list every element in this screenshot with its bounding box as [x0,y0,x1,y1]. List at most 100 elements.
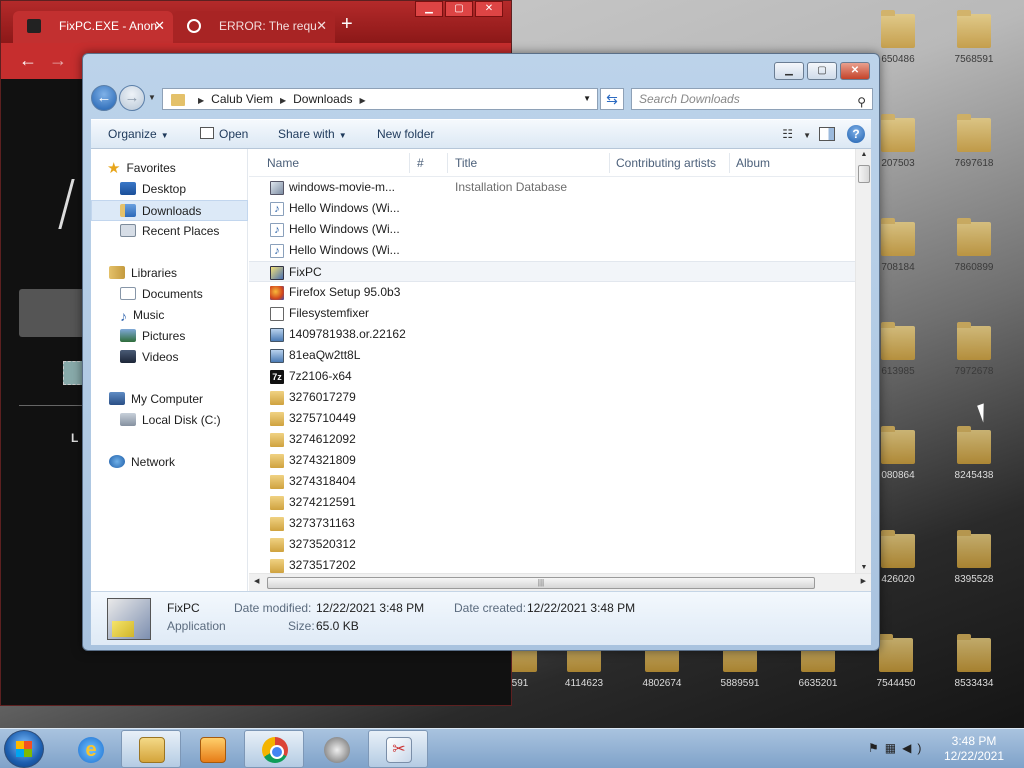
close-tab-icon[interactable]: ✕ [154,11,165,41]
file-row[interactable]: 3273517202 [249,555,855,573]
column-header-title[interactable]: Title [455,156,477,170]
nav-item-libraries[interactable]: Libraries [109,263,266,284]
open-icon [200,127,214,139]
file-row[interactable]: 3275710449 [249,408,855,429]
volume-icon[interactable]: ◀) [902,741,927,755]
breadcrumb-arrow-icon[interactable]: ▶ [280,96,286,105]
column-header-album[interactable]: Album [736,156,770,170]
column-divider[interactable] [609,153,610,173]
details-created-value: 12/22/2021 3:48 PM [527,601,636,615]
back-button[interactable]: ← [91,85,117,111]
scroll-left-icon[interactable]: ◀ [254,577,259,585]
column-header-number[interactable]: # [417,156,424,170]
file-row[interactable]: ♪ Hello Windows (Wi... [249,240,855,261]
folder-icon [881,322,915,360]
change-view-button[interactable]: ☷ ▼ [782,127,811,141]
file-row[interactable]: FixPC [249,261,855,282]
taskbar-chrome[interactable] [244,730,304,768]
address-bar[interactable]: ▶ Calub Viem ▶ Downloads ▶ ▼ [162,88,598,110]
desktop-folder[interactable]: 7568591 [944,10,1004,65]
desktop-folder[interactable]: 8245438 [944,426,1004,481]
scrollbar-thumb[interactable]: ||| [267,577,815,589]
documents-icon [120,287,136,300]
file-row[interactable]: ♪ Hello Windows (Wi... [249,219,855,240]
address-dropdown-icon[interactable]: ▼ [583,89,591,109]
taskbar-windows-explorer[interactable] [121,730,181,768]
desktop-folder[interactable]: 7972678 [944,322,1004,377]
taskbar-internet-explorer[interactable]: e [60,730,120,768]
taskbar-movie-maker[interactable] [306,730,366,768]
network-tray-icon[interactable]: ▦ [885,741,902,755]
forward-button[interactable]: → [119,85,145,111]
maximize-button[interactable]: ▢ [445,1,473,17]
desktop-folder[interactable]: 7860899 [944,218,1004,273]
file-row[interactable]: 3274318404 [249,471,855,492]
help-icon[interactable]: ? [847,125,865,143]
breadcrumb-user[interactable]: Calub Viem [211,92,273,106]
desktop-folder[interactable]: 8533434 [944,634,1004,689]
file-row[interactable]: 3276017279 [249,387,855,408]
file-row[interactable]: 7z 7z2106-x64 [249,366,855,387]
start-button[interactable] [4,730,44,768]
horizontal-scrollbar[interactable]: ◀ ||| ▶ [249,573,871,591]
open-button[interactable]: Open [200,127,248,141]
folder-icon [881,10,915,48]
file-row[interactable]: windows-movie-m... Installation Database [249,177,855,198]
column-divider[interactable] [447,153,448,173]
preview-pane-icon[interactable] [819,127,835,141]
organize-button[interactable]: Organize ▼ [108,127,169,141]
file-row[interactable]: Filesystemfixer [249,303,855,324]
file-row[interactable]: 1409781938.or.22162 [249,324,855,345]
nav-item-favorites[interactable]: ★ Favorites [107,158,264,179]
search-icon[interactable]: ⚲ [857,92,866,112]
taskbar-snipping-tool[interactable]: ✂ [368,730,428,768]
file-row[interactable]: 3273731163 [249,513,855,534]
action-center-icon[interactable]: ⚑ [868,741,885,755]
clock[interactable]: 3:48 PM 12/22/2021 [932,734,1016,764]
browser-tab-fixpc[interactable]: FixPC.EXE - Anon ✕ [13,11,173,43]
file-row[interactable]: ♪ Hello Windows (Wi... [249,198,855,219]
close-button[interactable]: ✕ [475,1,503,17]
desktop-folder[interactable]: 8395528 [944,530,1004,585]
share-with-button[interactable]: Share with ▼ [278,127,347,141]
scroll-up-icon[interactable]: ▲ [856,151,872,158]
vertical-scrollbar[interactable]: ▲ ▼ [855,149,871,573]
breadcrumb-arrow-icon[interactable]: ▶ [198,96,204,105]
file-row[interactable]: 3274321809 [249,450,855,471]
scroll-right-icon[interactable]: ▶ [861,577,866,585]
search-input[interactable]: Search Downloads ⚲ [631,88,873,110]
minimize-button[interactable]: ▁ [415,1,443,17]
nav-item-my-computer[interactable]: My Computer [109,389,266,410]
recent-pages-dropdown-icon[interactable]: ▼ [148,93,156,102]
maximize-button[interactable]: ▢ [807,62,837,80]
breadcrumb-arrow-icon[interactable]: ▶ [360,96,366,105]
desktop-folder[interactable]: 7697618 [944,114,1004,169]
file-row[interactable]: 3274212591 [249,492,855,513]
minimize-button[interactable]: ▁ [774,62,804,80]
file-row[interactable]: Firefox Setup 95.0b3 [249,282,855,303]
scroll-down-icon[interactable]: ▼ [856,564,872,571]
column-header-name[interactable]: Name [267,156,299,170]
file-row[interactable]: 3274612092 [249,429,855,450]
back-arrow-icon[interactable]: ← [19,50,37,71]
column-divider[interactable] [409,153,410,173]
close-button[interactable]: ✕ [840,62,870,80]
breadcrumb-downloads[interactable]: Downloads [293,92,352,106]
file-row[interactable]: 81eaQw2tt8L [249,345,855,366]
new-folder-button[interactable]: New folder [377,127,434,141]
audio-file-icon: ♪ [270,244,284,258]
forward-arrow-icon[interactable]: → [49,50,67,71]
scrollbar-thumb[interactable] [858,165,870,183]
close-tab-icon[interactable]: ✕ [316,11,327,41]
file-row[interactable]: 3273520312 [249,534,855,555]
browser-tab-error[interactable]: ERROR: The requ ✕ [173,11,335,43]
new-tab-icon[interactable]: + [341,13,353,36]
column-divider[interactable] [729,153,730,173]
taskbar-media-player[interactable] [182,730,242,768]
column-header-artists[interactable]: Contributing artists [616,156,716,170]
nav-item-network[interactable]: Network [109,452,266,473]
nav-item-downloads[interactable]: Downloads [91,200,248,221]
details-pane: FixPC Application Date modified: 12/22/2… [91,591,871,645]
folder-icon [270,538,284,552]
refresh-button[interactable]: ⇆ [600,88,624,110]
